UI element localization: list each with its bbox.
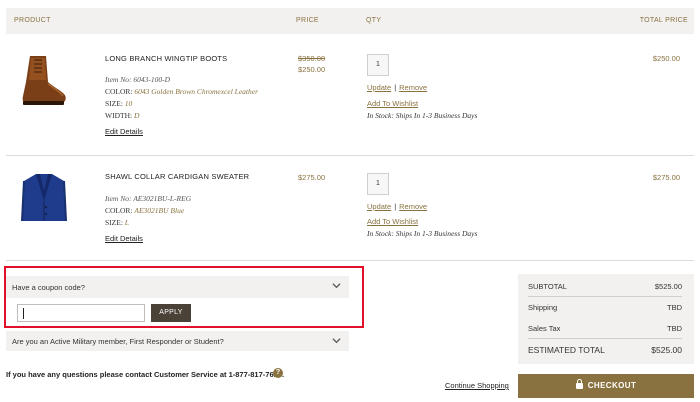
apply-coupon-button[interactable]: APPLY [151, 304, 191, 322]
separator: | [394, 83, 397, 92]
subtotal-row: SUBTOTAL $525.00 [528, 282, 682, 291]
quantity-input[interactable]: 1 [367, 173, 389, 195]
checkout-label: CHECKOUT [587, 381, 637, 390]
header-product: PRODUCT [14, 17, 51, 24]
shipping-row: Shipping TBD [528, 303, 682, 312]
chevron-down-icon[interactable] [332, 336, 341, 345]
order-summary: SUBTOTAL $525.00 Shipping TBD Sales Tax … [518, 274, 694, 364]
tax-row: Sales Tax TBD [528, 324, 682, 333]
edit-details-link[interactable]: Edit Details [105, 127, 143, 136]
add-to-wishlist-link[interactable]: Add To Wishlist [367, 217, 418, 226]
estimated-total-row: ESTIMATED TOTAL $525.00 [528, 345, 682, 355]
estimated-total-value: $525.00 [651, 345, 682, 355]
stock-status: In Stock: Ships In 1-3 Business Days [367, 111, 478, 120]
chevron-down-icon[interactable] [332, 281, 341, 290]
subtotal-label: SUBTOTAL [528, 282, 567, 291]
customer-service-text: If you have any questions please contact… [6, 370, 285, 379]
coupon-code-input[interactable] [17, 304, 145, 322]
original-price: $350.00 [298, 54, 326, 63]
update-link[interactable]: Update [367, 83, 391, 92]
item-price: $275.00 [298, 173, 326, 182]
blue-sweater-image[interactable] [20, 171, 68, 225]
stock-status: In Stock: Ships In 1-3 Business Days [367, 229, 478, 238]
item-actions: Update | Remove [367, 83, 427, 92]
header-qty: QTY [366, 17, 382, 24]
remove-link[interactable]: Remove [399, 83, 427, 92]
quantity-input[interactable]: 1 [367, 54, 389, 76]
shipping-value: TBD [667, 303, 682, 312]
tax-value: TBD [667, 324, 682, 333]
item-color: COLOR: 6043 Golden Brown Chromexcel Leat… [105, 87, 258, 96]
continue-shopping-link[interactable]: Continue Shopping [445, 381, 509, 390]
shipping-label: Shipping [528, 303, 558, 312]
text-caret [23, 308, 24, 319]
product-name[interactable]: LONG BRANCH WINGTIP BOOTS [105, 54, 227, 63]
edit-details-link[interactable]: Edit Details [105, 234, 143, 243]
header-total-price: TOTAL PRICE [639, 17, 688, 24]
help-icon[interactable]: ? [273, 368, 283, 378]
tax-label: Sales Tax [528, 324, 561, 333]
item-color: COLOR: AE3021BU Blue [105, 206, 185, 215]
line-total: $275.00 [652, 173, 680, 182]
header-price: PRICE [296, 17, 319, 24]
add-to-wishlist-link[interactable]: Add To Wishlist [367, 99, 418, 108]
product-name[interactable]: SHAWL COLLAR CARDIGAN SWEATER [105, 172, 249, 181]
cart-table-header: PRODUCT PRICE QTY TOTAL PRICE [6, 8, 694, 34]
update-link[interactable]: Update [367, 202, 391, 211]
subtotal-value: $525.00 [654, 282, 682, 291]
brown-boot-image[interactable] [16, 52, 68, 108]
divider [528, 296, 682, 297]
line-total: $250.00 [652, 54, 680, 63]
coupon-toggle[interactable]: Have a coupon code? [6, 276, 349, 298]
item-width: WIDTH: D [105, 111, 140, 120]
item-number: Item No: 6043-100-D [105, 75, 170, 84]
lock-icon [575, 379, 583, 389]
sale-price: $250.00 [298, 65, 326, 74]
wishlist-row: Add To Wishlist [367, 217, 418, 226]
coupon-question: Have a coupon code? [12, 283, 85, 292]
separator: | [394, 202, 397, 211]
item-number: Item No: AE3021BU-L-REG [105, 194, 192, 203]
divider [528, 338, 682, 339]
item-actions: Update | Remove [367, 202, 427, 211]
cart-item-boots: LONG BRANCH WINGTIP BOOTS Item No: 6043-… [6, 38, 694, 156]
checkout-button[interactable]: CHECKOUT [518, 374, 694, 398]
military-question: Are you an Active Military member, First… [12, 337, 224, 346]
estimated-total-label: ESTIMATED TOTAL [528, 345, 605, 355]
item-size: SIZE: L [105, 218, 129, 227]
item-size: SIZE: 10 [105, 99, 133, 108]
cart-item-sweater: SHAWL COLLAR CARDIGAN SWEATER Item No: A… [6, 157, 694, 261]
wishlist-row: Add To Wishlist [367, 99, 418, 108]
military-discount-toggle[interactable]: Are you an Active Military member, First… [6, 331, 349, 351]
remove-link[interactable]: Remove [399, 202, 427, 211]
